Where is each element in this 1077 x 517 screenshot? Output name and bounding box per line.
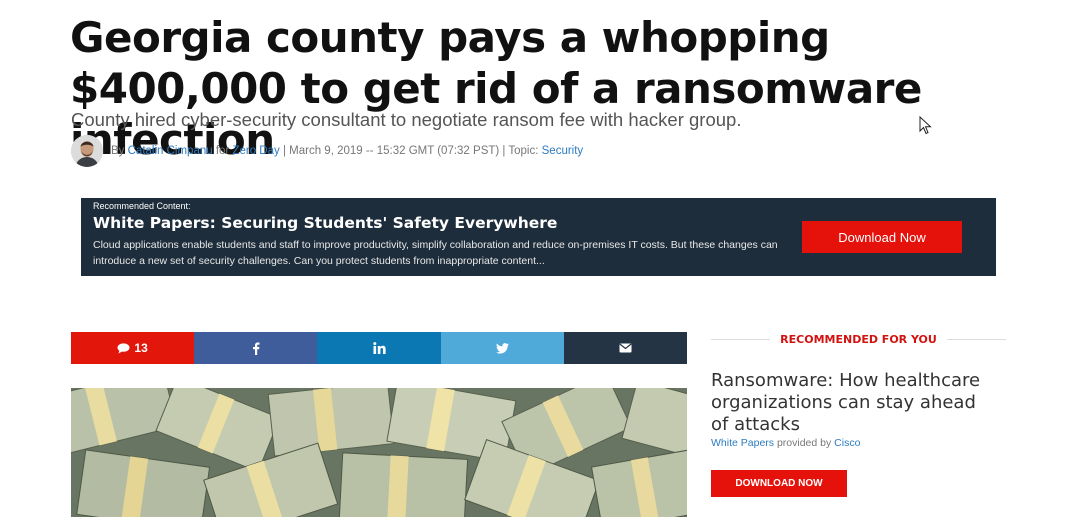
provided-by-text: provided by (776, 437, 832, 449)
facebook-icon (252, 342, 260, 355)
comments-button[interactable]: 13 (71, 332, 195, 364)
byline: By Catalin Cimpanu for Zero Day | March … (71, 135, 583, 167)
facebook-share-button[interactable] (194, 332, 318, 364)
byline-prefix: By (111, 145, 125, 157)
comment-count: 13 (134, 341, 148, 355)
linkedin-share-button[interactable] (317, 332, 441, 364)
twitter-icon (495, 342, 509, 354)
email-share-button[interactable] (563, 332, 688, 364)
mouse-pointer-icon (919, 115, 933, 141)
recommended-content-banner[interactable]: Recommended Content: White Papers: Secur… (81, 198, 996, 276)
twitter-share-button[interactable] (440, 332, 564, 364)
email-icon (619, 343, 632, 353)
byline-date: | March 9, 2019 -- 15:32 GMT (07:32 PST)… (282, 145, 539, 157)
publication-link[interactable]: Zero Day (232, 145, 279, 157)
promo-title[interactable]: White Papers: Securing Students' Safety … (93, 214, 557, 232)
article-subheadline: County hired cyber-security consultant t… (71, 109, 742, 130)
recommended-heading-label: RECOMMENDED FOR YOU (770, 332, 947, 346)
linkedin-icon (372, 342, 386, 354)
comment-icon (117, 342, 130, 354)
sidebar-download-button[interactable]: DOWNLOAD NOW (711, 470, 847, 497)
recommended-type-link[interactable]: White Papers (711, 437, 774, 449)
promo-download-button[interactable]: Download Now (802, 221, 962, 253)
promo-label: Recommended Content: (93, 201, 191, 211)
recommended-article-meta: White Papers provided by Cisco (711, 437, 860, 449)
sidebar: RECOMMENDED FOR YOU Ransomware: How heal… (711, 330, 1006, 497)
recommended-heading: RECOMMENDED FOR YOU (711, 330, 1006, 348)
share-bar: 13 (71, 332, 688, 364)
byline-for: for (215, 145, 230, 157)
article-hero-image (71, 388, 687, 517)
author-link[interactable]: Catalin Cimpanu (128, 145, 213, 157)
topic-link[interactable]: Security (542, 145, 584, 157)
promo-description: Cloud applications enable students and s… (93, 239, 778, 267)
recommended-article-title[interactable]: Ransomware: How healthcare organizations… (711, 370, 996, 436)
author-avatar[interactable] (71, 135, 103, 167)
sponsor-link[interactable]: Cisco (834, 437, 860, 449)
